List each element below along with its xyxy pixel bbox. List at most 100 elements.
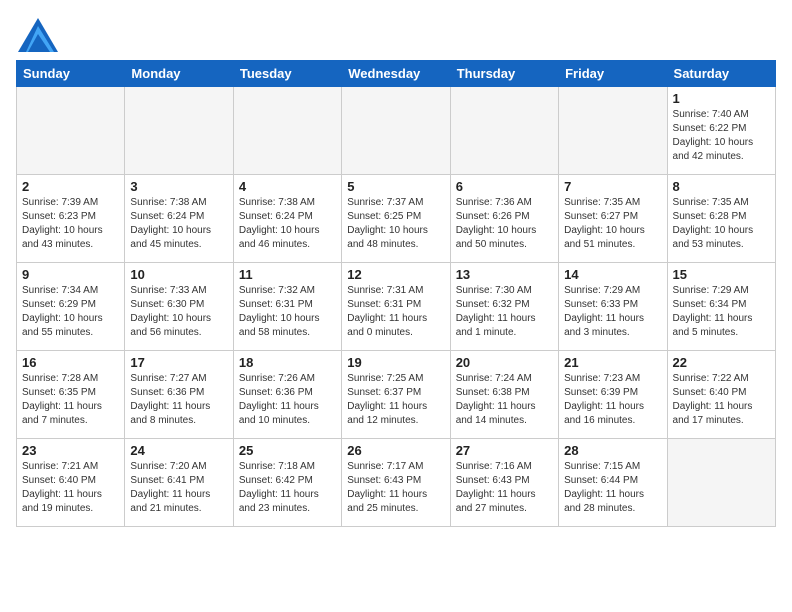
calendar-week-3: 9 Sunrise: 7:34 AM Sunset: 6:29 PM Daylig…	[17, 263, 776, 351]
day-number: 17	[130, 355, 227, 370]
calendar-cell	[450, 87, 558, 175]
day-info: Sunrise: 7:29 AM Sunset: 6:34 PM Dayligh…	[673, 284, 770, 340]
day-info: Sunrise: 7:18 AM Sunset: 6:42 PM Dayligh…	[239, 460, 336, 516]
day-number: 15	[673, 267, 770, 282]
day-number: 21	[564, 355, 661, 370]
day-info: Sunrise: 7:34 AM Sunset: 6:29 PM Dayligh…	[22, 284, 119, 340]
calendar-cell: 14 Sunrise: 7:29 AM Sunset: 6:33 PM Dayli…	[559, 263, 667, 351]
weekday-header-friday: Friday	[559, 61, 667, 87]
calendar-cell	[17, 87, 125, 175]
day-number: 6	[456, 179, 553, 194]
logo-icon	[16, 16, 56, 52]
day-info: Sunrise: 7:39 AM Sunset: 6:23 PM Dayligh…	[22, 196, 119, 252]
day-info: Sunrise: 7:38 AM Sunset: 6:24 PM Dayligh…	[130, 196, 227, 252]
calendar-cell: 26 Sunrise: 7:17 AM Sunset: 6:43 PM Dayli…	[342, 439, 450, 527]
day-number: 10	[130, 267, 227, 282]
day-number: 5	[347, 179, 444, 194]
day-number: 26	[347, 443, 444, 458]
calendar-cell: 3 Sunrise: 7:38 AM Sunset: 6:24 PM Daylig…	[125, 175, 233, 263]
calendar-cell: 13Sunrise: 7:30 AM Sunset: 6:32 PM Dayli…	[450, 263, 558, 351]
day-info: Sunrise: 7:37 AM Sunset: 6:25 PM Dayligh…	[347, 196, 444, 252]
calendar-week-1: 1 Sunrise: 7:40 AM Sunset: 6:22 PM Daylig…	[17, 87, 776, 175]
calendar-cell: 6 Sunrise: 7:36 AM Sunset: 6:26 PM Daylig…	[450, 175, 558, 263]
calendar-cell: 28 Sunrise: 7:15 AM Sunset: 6:44 PM Dayli…	[559, 439, 667, 527]
day-info: Sunrise: 7:32 AM Sunset: 6:31 PM Dayligh…	[239, 284, 336, 340]
calendar-cell	[559, 87, 667, 175]
day-number: 18	[239, 355, 336, 370]
day-info: Sunrise: 7:26 AM Sunset: 6:36 PM Dayligh…	[239, 372, 336, 428]
weekday-header-saturday: Saturday	[667, 61, 775, 87]
day-number: 27	[456, 443, 553, 458]
weekday-header-wednesday: Wednesday	[342, 61, 450, 87]
day-info: Sunrise: 7:38 AM Sunset: 6:24 PM Dayligh…	[239, 196, 336, 252]
day-number: 7	[564, 179, 661, 194]
calendar-week-5: 23 Sunrise: 7:21 AM Sunset: 6:40 PM Dayli…	[17, 439, 776, 527]
calendar-cell: 21 Sunrise: 7:23 AM Sunset: 6:39 PM Dayli…	[559, 351, 667, 439]
calendar-cell: 5 Sunrise: 7:37 AM Sunset: 6:25 PM Daylig…	[342, 175, 450, 263]
weekday-header-monday: Monday	[125, 61, 233, 87]
day-info: Sunrise: 7:16 AM Sunset: 6:43 PM Dayligh…	[456, 460, 553, 516]
day-number: 12	[347, 267, 444, 282]
calendar-cell: 25 Sunrise: 7:18 AM Sunset: 6:42 PM Dayli…	[233, 439, 341, 527]
calendar-cell: 19 Sunrise: 7:25 AM Sunset: 6:37 PM Dayli…	[342, 351, 450, 439]
calendar-cell: 24 Sunrise: 7:20 AM Sunset: 6:41 PM Dayli…	[125, 439, 233, 527]
day-number: 11	[239, 267, 336, 282]
day-info: Sunrise: 7:35 AM Sunset: 6:27 PM Dayligh…	[564, 196, 661, 252]
calendar-cell: 23 Sunrise: 7:21 AM Sunset: 6:40 PM Dayli…	[17, 439, 125, 527]
day-info: Sunrise: 7:33 AM Sunset: 6:30 PM Dayligh…	[130, 284, 227, 340]
calendar-cell: 18 Sunrise: 7:26 AM Sunset: 6:36 PM Dayli…	[233, 351, 341, 439]
day-number: 8	[673, 179, 770, 194]
day-info: Sunrise: 7:17 AM Sunset: 6:43 PM Dayligh…	[347, 460, 444, 516]
day-info: Sunrise: 7:31 AM Sunset: 6:31 PM Dayligh…	[347, 284, 444, 340]
weekday-header-tuesday: Tuesday	[233, 61, 341, 87]
day-number: 25	[239, 443, 336, 458]
day-info: Sunrise: 7:28 AM Sunset: 6:35 PM Dayligh…	[22, 372, 119, 428]
day-number: 14	[564, 267, 661, 282]
day-info: Sunrise: 7:24 AM Sunset: 6:38 PM Dayligh…	[456, 372, 553, 428]
day-number: 19	[347, 355, 444, 370]
day-number: 24	[130, 443, 227, 458]
calendar-cell: 15 Sunrise: 7:29 AM Sunset: 6:34 PM Dayli…	[667, 263, 775, 351]
calendar-week-4: 16 Sunrise: 7:28 AM Sunset: 6:35 PM Dayli…	[17, 351, 776, 439]
calendar-cell: 4 Sunrise: 7:38 AM Sunset: 6:24 PM Daylig…	[233, 175, 341, 263]
calendar-table: SundayMondayTuesdayWednesdayThursdayFrid…	[16, 60, 776, 527]
calendar-cell	[233, 87, 341, 175]
day-number: 4	[239, 179, 336, 194]
day-info: Sunrise: 7:21 AM Sunset: 6:40 PM Dayligh…	[22, 460, 119, 516]
calendar-cell: 22 Sunrise: 7:22 AM Sunset: 6:40 PM Dayli…	[667, 351, 775, 439]
day-number: 9	[22, 267, 119, 282]
calendar-cell: 12 Sunrise: 7:31 AM Sunset: 6:31 PM Dayli…	[342, 263, 450, 351]
day-info: Sunrise: 7:29 AM Sunset: 6:33 PM Dayligh…	[564, 284, 661, 340]
day-number: 3	[130, 179, 227, 194]
calendar-cell: 8 Sunrise: 7:35 AM Sunset: 6:28 PM Daylig…	[667, 175, 775, 263]
day-info: Sunrise: 7:20 AM Sunset: 6:41 PM Dayligh…	[130, 460, 227, 516]
day-number: 22	[673, 355, 770, 370]
day-number: 20	[456, 355, 553, 370]
day-info: Sunrise: 7:15 AM Sunset: 6:44 PM Dayligh…	[564, 460, 661, 516]
day-number: 23	[22, 443, 119, 458]
calendar-cell: 20 Sunrise: 7:24 AM Sunset: 6:38 PM Dayli…	[450, 351, 558, 439]
calendar-week-2: 2 Sunrise: 7:39 AM Sunset: 6:23 PM Daylig…	[17, 175, 776, 263]
calendar-cell	[342, 87, 450, 175]
day-number: 2	[22, 179, 119, 194]
day-number: 1	[673, 91, 770, 106]
calendar-cell: 1 Sunrise: 7:40 AM Sunset: 6:22 PM Daylig…	[667, 87, 775, 175]
day-info: Sunrise: 7:36 AM Sunset: 6:26 PM Dayligh…	[456, 196, 553, 252]
calendar-cell: 2 Sunrise: 7:39 AM Sunset: 6:23 PM Daylig…	[17, 175, 125, 263]
calendar-cell: 11 Sunrise: 7:32 AM Sunset: 6:31 PM Dayli…	[233, 263, 341, 351]
day-number: 28	[564, 443, 661, 458]
weekday-header-thursday: Thursday	[450, 61, 558, 87]
calendar-cell: 9 Sunrise: 7:34 AM Sunset: 6:29 PM Daylig…	[17, 263, 125, 351]
calendar-cell: 27 Sunrise: 7:16 AM Sunset: 6:43 PM Dayli…	[450, 439, 558, 527]
day-info: Sunrise: 7:22 AM Sunset: 6:40 PM Dayligh…	[673, 372, 770, 428]
calendar-cell	[125, 87, 233, 175]
day-info: Sunrise: 7:35 AM Sunset: 6:28 PM Dayligh…	[673, 196, 770, 252]
logo	[16, 16, 60, 52]
day-info: Sunrise: 7:40 AM Sunset: 6:22 PM Dayligh…	[673, 108, 770, 164]
day-info: Sunrise: 7:23 AM Sunset: 6:39 PM Dayligh…	[564, 372, 661, 428]
day-info: Sunrise: 7:25 AM Sunset: 6:37 PM Dayligh…	[347, 372, 444, 428]
calendar-cell: 16 Sunrise: 7:28 AM Sunset: 6:35 PM Dayli…	[17, 351, 125, 439]
day-number: 13	[456, 267, 553, 282]
day-number: 16	[22, 355, 119, 370]
calendar-cell	[667, 439, 775, 527]
